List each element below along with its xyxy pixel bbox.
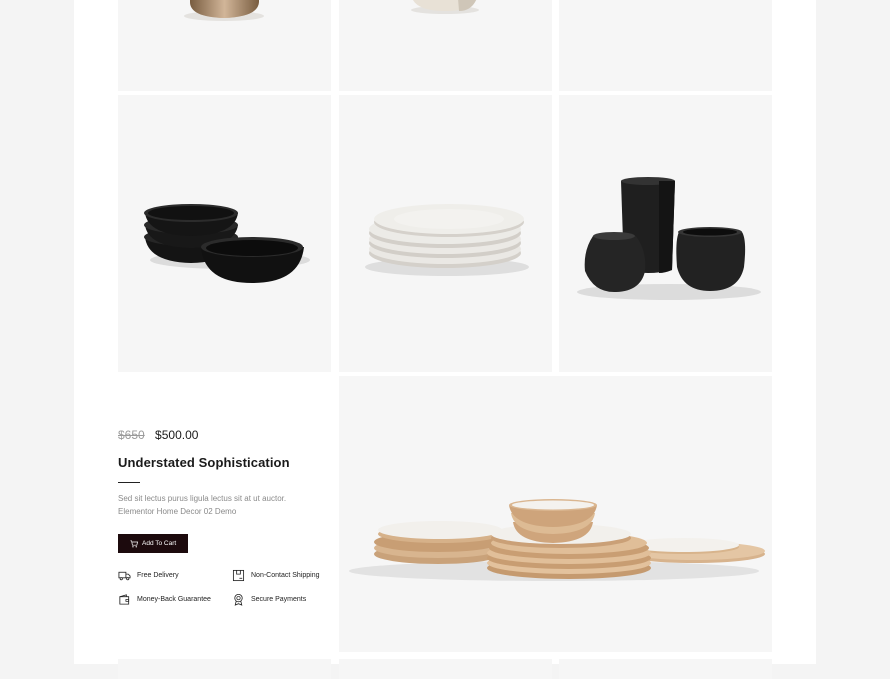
gallery-tile-bottom-3[interactable] [559, 659, 772, 679]
gallery-tile-empty[interactable] [559, 0, 772, 91]
product-description: Sed sit lectus purus ligula lectus sit a… [118, 494, 287, 516]
dinnerware-set-image [349, 499, 765, 581]
feature-non-contact-shipping: Non-Contact Shipping [232, 569, 332, 582]
gallery-tile-black-bowls[interactable] [118, 95, 331, 372]
gallery-tile-vase-tan[interactable] [118, 0, 331, 91]
gallery-tile-dinnerware-set[interactable] [339, 376, 772, 652]
feature-label: Free Delivery [137, 572, 179, 579]
sale-price: $500.00 [155, 428, 199, 442]
feature-label: Money-Back Guarantee [137, 596, 211, 603]
add-to-cart-label: Add To Cart [142, 540, 177, 547]
feature-label: Secure Payments [251, 596, 307, 603]
tan-vase-image [184, 0, 264, 21]
feature-label: Non-Contact Shipping [251, 572, 320, 579]
wallet-icon [119, 594, 130, 605]
add-to-cart-button[interactable]: Add To Cart [118, 534, 189, 553]
badge-icon [234, 593, 243, 606]
black-bowls-image [144, 204, 310, 283]
feature-free-delivery: Free Delivery [118, 569, 232, 582]
box-icon [232, 569, 245, 582]
old-price: $650 [118, 428, 145, 442]
black-vases-image [577, 177, 761, 300]
gallery-tile-black-vases[interactable] [559, 95, 772, 372]
gallery-tile-white-plates[interactable] [339, 95, 552, 372]
product-title[interactable]: Understated Sophistication [118, 455, 333, 470]
cart-icon [130, 539, 138, 547]
product-info: $650 $500.00 Understated Sophistication … [118, 428, 333, 606]
feature-list: Free Delivery Non-Contact Shipping Money… [118, 569, 333, 606]
gallery-tile-bottom-1[interactable] [118, 659, 331, 679]
title-divider [118, 482, 140, 483]
feature-money-back: Money-Back Guarantee [118, 593, 232, 606]
truck-icon [118, 571, 131, 581]
gallery-tile-bottom-2[interactable] [339, 659, 552, 679]
gallery-tile-vase-stone[interactable] [339, 0, 552, 91]
feature-secure-payments: Secure Payments [232, 593, 332, 606]
white-plates-image [365, 204, 529, 276]
price-row: $650 $500.00 [118, 428, 333, 446]
stone-vase-image [411, 0, 479, 14]
